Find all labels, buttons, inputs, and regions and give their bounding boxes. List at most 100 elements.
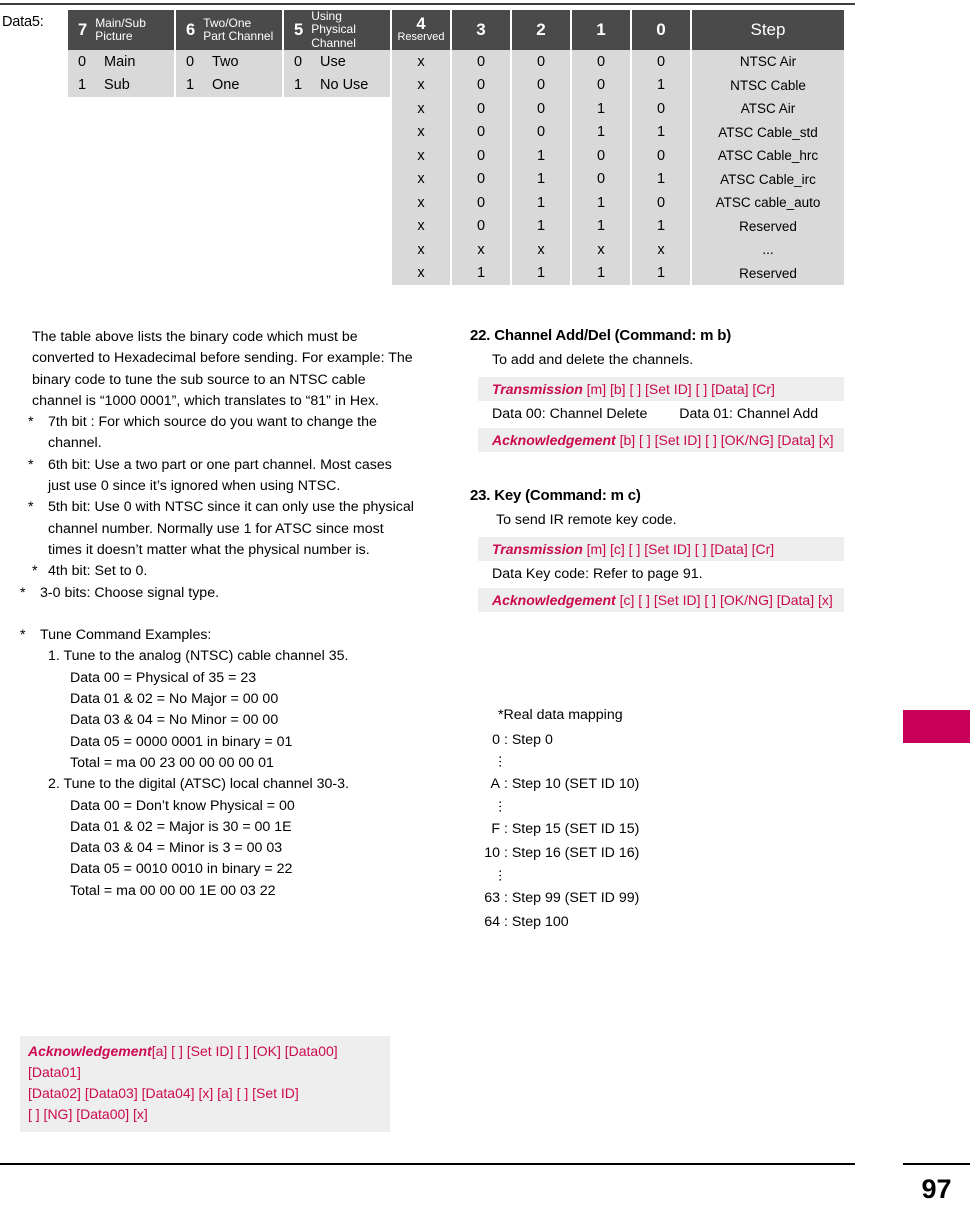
header-step: Step [692, 10, 844, 50]
section-22: 22. Channel Add/Del (Command: m b) To ad… [470, 325, 850, 452]
mapping-key: 10 [484, 845, 500, 861]
bullet-text: 3-0 bits: Choose signal type. [40, 584, 220, 601]
example-1-line: Data 05 = 0000 0001 in binary = 01 [70, 733, 293, 750]
header-bit-4: 4 Reserved [392, 10, 450, 50]
transmission-sequence: [m] [c] [ ] [Set ID] [ ] [Data] [Cr] [586, 540, 775, 557]
cell-bit0: 1 [632, 167, 690, 191]
section-22-title: 22. Channel Add/Del (Command: m b) [470, 327, 731, 344]
examples-heading: * Tune Command Examples: [20, 625, 414, 646]
footer-divider-left [0, 1163, 855, 1165]
cell-bit3: 0 [452, 214, 510, 238]
right-text-column: 22. Channel Add/Del (Command: m b) To ad… [470, 325, 850, 613]
cell-bit2: 1 [512, 167, 570, 191]
example-1-line: Data 01 & 02 = No Major = 00 00 [70, 691, 279, 708]
bullet-bit-5: * 5th bit: Use 0 with NTSC since it can … [28, 497, 414, 561]
transmission-label: Transmission [492, 540, 583, 557]
spacer-cell [68, 144, 174, 168]
header-bit-number: 0 [656, 20, 666, 39]
mapping-value: : Step 10 (SET ID 10) [503, 776, 640, 792]
spacer-cell [68, 97, 174, 121]
cell-bit4: x [392, 261, 450, 285]
header-bit-number: 4 [416, 14, 426, 33]
cell-bit3: 0 [452, 191, 510, 215]
mapping-ellipsis-icon: ⋯ [493, 755, 508, 769]
spacer-cell [176, 191, 282, 215]
cell-bit2: 0 [512, 50, 570, 74]
cell-bit3: 0 [452, 120, 510, 144]
data-keycode-label: Data Key code: Refer to page 91. [492, 565, 703, 582]
cell-bit0: 0 [632, 144, 690, 168]
section-23-transmission-band: Transmission [m] [c] [ ] [Set ID] [ ] [D… [478, 536, 844, 561]
spacer-cell [68, 238, 174, 262]
real-data-mapping: *Real data mapping 0 : Step 0 ⋯ A : Step… [474, 703, 674, 935]
cell-bit1: x [572, 238, 630, 262]
cell-bit1: 1 [572, 214, 630, 238]
bullet-text: 6th bit: Use a two part or one part chan… [48, 456, 392, 495]
table-row: 0 Main 0 Two 0 Use x 0 0 0 0 NTSC Air [68, 50, 844, 74]
cell-bit3: 0 [452, 97, 510, 121]
bullet-text: 7th bit : For which source do you want t… [48, 414, 377, 452]
acknowledgement-label: Acknowledgement [28, 1043, 152, 1059]
cell-bit1: 0 [572, 50, 630, 74]
header-bit-0: 0 [632, 10, 690, 50]
option-bit5-0: 0 Use [284, 50, 390, 74]
cell-step: Reserved [692, 214, 844, 238]
header-bit-number: 3 [476, 20, 486, 39]
header-bit-7: 7 Main/Sub Picture [68, 10, 174, 50]
header-bit-number: 6 [186, 20, 196, 39]
left-text-column: The table above lists the binary code wh… [14, 327, 414, 902]
spacer-cell [284, 238, 390, 262]
header-bit-number: 5 [294, 20, 304, 39]
cell-bit0: x [632, 238, 690, 262]
table-row: x 0 1 0 0 ATSC Cable_hrc [68, 144, 844, 168]
cell-step: NTSC Air [692, 50, 844, 74]
example-2-line: Data 01 & 02 = Major is 30 = 00 1E [70, 818, 292, 835]
table-header-row: 7 Main/Sub Picture 6 Two/One Part Channe… [68, 8, 844, 50]
spacer-cell [284, 120, 390, 144]
cell-bit2: 0 [512, 120, 570, 144]
mapping-key: F [491, 820, 500, 837]
bullet-bits-3-0: * 3-0 bits: Choose signal type. [20, 583, 414, 604]
header-bit-caption: Using Physical Channel [311, 8, 356, 50]
bullet-asterisk: * [28, 414, 34, 431]
cell-step: ATSC Cable_hrc [692, 144, 844, 168]
table-row: x 0 1 0 1 ATSC Cable_irc [68, 167, 844, 191]
cell-bit2: x [512, 238, 570, 262]
data5-label: Data5: [2, 14, 44, 30]
header-bit-3: 3 [452, 10, 510, 50]
mapping-value: : Step 16 (SET ID 16) [503, 845, 640, 861]
data5-bit-table: 7 Main/Sub Picture 6 Two/One Part Channe… [66, 8, 846, 285]
spacer-cell [68, 167, 174, 191]
header-bit-number: 2 [536, 20, 546, 39]
spacer-cell [176, 144, 282, 168]
cell-bit4: x [392, 144, 450, 168]
table-row: x 0 0 1 0 ATSC Air [68, 97, 844, 121]
header-bit-caption: Two/One Part Channel [203, 15, 274, 43]
cell-bit3: 0 [452, 73, 510, 97]
table-body: 0 Main 0 Two 0 Use x 0 0 0 0 NTSC Air 1 Sub … [68, 50, 844, 285]
cell-bit3: 0 [452, 167, 510, 191]
table-row: x 0 1 1 1 Reserved [68, 214, 844, 238]
section-23-title: 23. Key (Command: m c) [470, 487, 641, 505]
spacer-cell [176, 261, 282, 285]
mapping-key: A [490, 776, 500, 792]
mapping-row: 0 : Step 0 [474, 728, 674, 753]
bullet-bit-7: * 7th bit : For which source do you want… [28, 412, 414, 455]
cell-bit4: x [392, 191, 450, 215]
mapping-row: 10 : Step 16 (SET ID 16) [474, 841, 674, 866]
example-2-line: Total = ma 00 00 00 1E 00 03 22 [70, 882, 276, 899]
mapping-key: 64 [484, 914, 500, 930]
header-bit-1: 1 [572, 10, 630, 50]
mapping-row: F : Step 15 (SET ID 15) [474, 817, 674, 842]
cell-bit3: x [452, 238, 510, 262]
cell-step: ATSC Cable_irc [692, 167, 844, 191]
examples-heading-text: Tune Command Examples: [40, 627, 212, 644]
section-22-transmission-band: Transmission [m] [b] [ ] [Set ID] [ ] [D… [478, 376, 844, 401]
bullet-asterisk: * [28, 456, 34, 473]
example-2-line: Data 05 = 0010 0010 in binary = 22 [70, 861, 293, 878]
mapping-row: 64 : Step 100 [474, 910, 674, 935]
spacer-cell [176, 238, 282, 262]
option-bit5-1: 1 No Use [284, 73, 390, 97]
data-add-label: Data 01: Channel Add [679, 405, 819, 422]
cell-bit3: 0 [452, 50, 510, 74]
